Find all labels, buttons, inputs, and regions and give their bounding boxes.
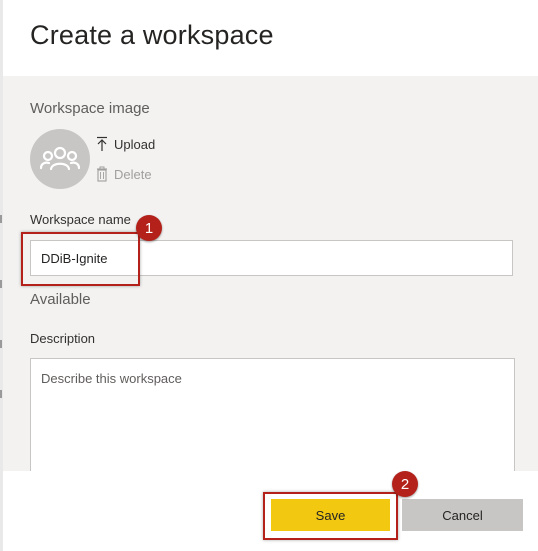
create-workspace-dialog: Create a workspace Workspace image Uploa…: [0, 0, 538, 551]
workspace-name-input[interactable]: [30, 240, 513, 276]
workspace-image-label: Workspace image: [30, 100, 150, 117]
name-availability-status: Available: [30, 291, 91, 308]
cancel-button[interactable]: Cancel: [402, 499, 523, 531]
workspace-name-label: Workspace name: [30, 212, 131, 227]
description-label: Description: [30, 331, 96, 346]
group-people-icon: [39, 146, 81, 171]
workspace-avatar: [30, 129, 90, 189]
upload-label: Upload: [114, 136, 156, 152]
dialog-title: Create a workspace: [30, 20, 274, 50]
description-textarea[interactable]: [30, 358, 515, 474]
annotation-callout-2: 2: [392, 471, 418, 497]
upload-button[interactable]: Upload: [96, 136, 155, 152]
dialog-header: Create a workspace: [3, 0, 538, 76]
annotation-callout-1: 1: [136, 215, 162, 241]
trash-icon: [97, 166, 107, 182]
save-button[interactable]: Save: [271, 499, 390, 531]
upload-arrow-icon: [97, 136, 107, 151]
delete-label: Delete: [114, 166, 152, 182]
delete-button[interactable]: Delete: [96, 166, 152, 182]
